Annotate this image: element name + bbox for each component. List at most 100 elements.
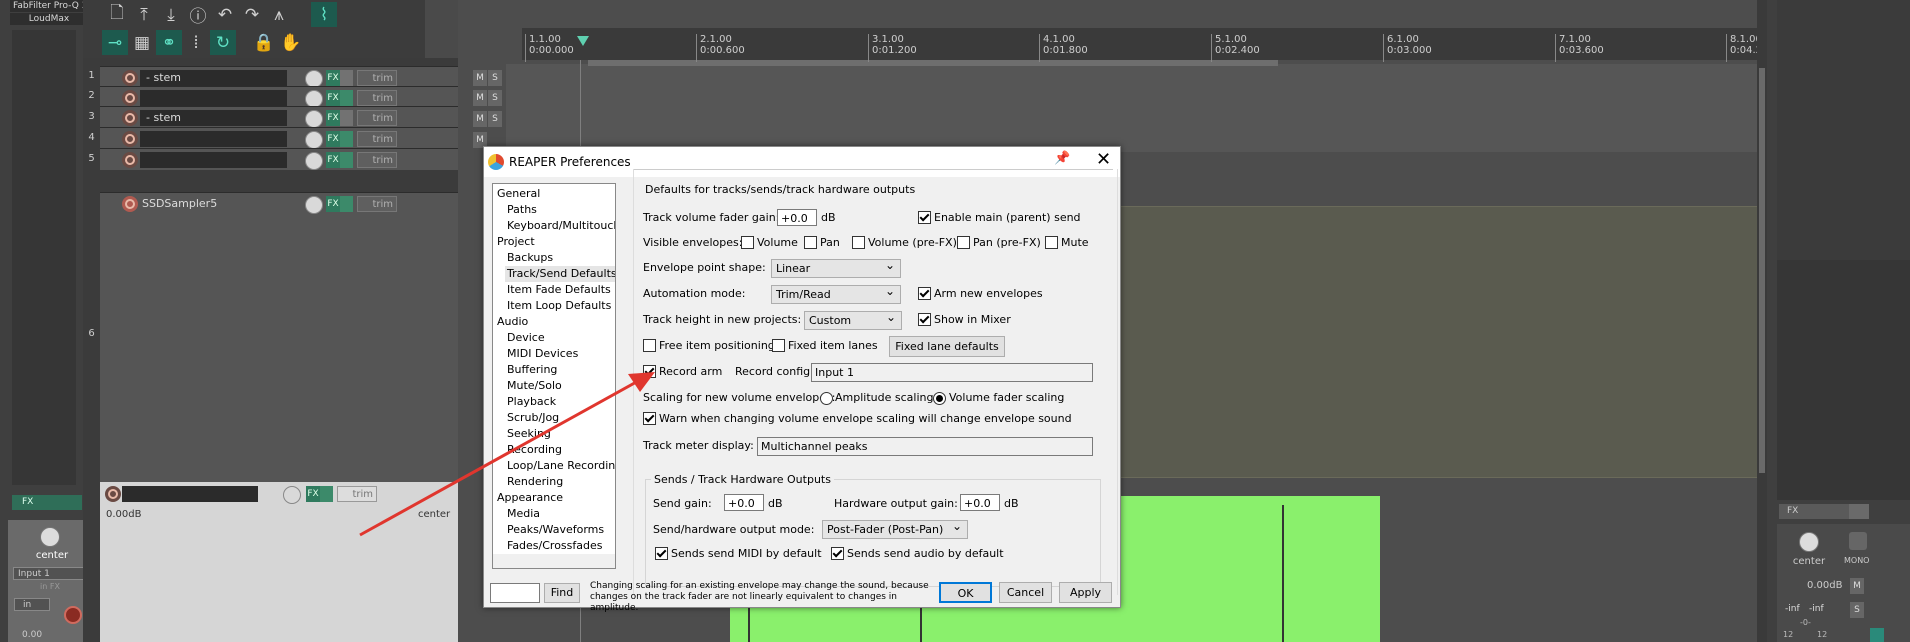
track-name[interactable]: - stem	[140, 110, 287, 126]
fader-scaling-radio[interactable]	[933, 392, 946, 405]
height-select[interactable]: Custom	[804, 309, 902, 330]
grid-icon[interactable]: ▦	[129, 30, 155, 55]
solo-button[interactable]: S	[488, 70, 502, 86]
record-arm-icon[interactable]	[122, 70, 138, 86]
automation-mode-button[interactable]: trim	[357, 70, 397, 86]
automation-mode-button[interactable]: trim	[357, 152, 397, 168]
mono-toggle[interactable]	[1849, 532, 1867, 550]
tree-item[interactable]: Backups	[507, 250, 553, 266]
fx-bypass-button[interactable]	[340, 196, 353, 212]
monitor-select[interactable]: in	[14, 598, 50, 611]
main-send-checkbox[interactable]	[918, 211, 931, 224]
fx-bypass-button[interactable]	[340, 70, 353, 86]
hw-gain-input[interactable]: +0.0	[960, 494, 1000, 511]
automation-mode-button[interactable]: trim	[357, 196, 397, 212]
solo-button[interactable]: S	[488, 111, 502, 127]
track-name[interactable]	[140, 90, 287, 106]
pan-knob[interactable]	[40, 527, 60, 547]
master-rec-icon[interactable]	[105, 486, 121, 502]
fx-slot-proq[interactable]: FabFilter Pro-Q 3	[10, 0, 91, 12]
volume-knob[interactable]	[305, 110, 323, 128]
record-arm-button[interactable]	[64, 606, 82, 624]
tree-item[interactable]: Item Fade Defaults	[507, 282, 611, 298]
volume-knob[interactable]	[305, 196, 323, 214]
find-button[interactable]: Find	[544, 583, 580, 603]
pin-icon[interactable]: 📌	[1054, 151, 1070, 166]
track-row[interactable]: - stem FX trim	[100, 106, 458, 128]
open-project-icon[interactable]: ⤒	[131, 2, 157, 27]
send-audio-checkbox[interactable]	[831, 547, 844, 560]
tree-item[interactable]: Keyboard/Multitouch	[507, 218, 615, 234]
fx-button[interactable]: FX	[326, 131, 340, 147]
tree-item[interactable]: Item Loop Defaults	[507, 298, 611, 314]
hand-icon[interactable]: ✋	[278, 30, 304, 55]
dialog-titlebar[interactable]: REAPER Preferences 📌 ✕	[484, 147, 1120, 177]
fx-button[interactable]: FX	[326, 90, 340, 106]
free-item-checkbox[interactable]	[643, 339, 656, 352]
save-project-icon[interactable]: ⤓	[158, 2, 184, 27]
lock-icon[interactable]: 🔒	[251, 30, 277, 55]
master-fx-bypass-button[interactable]	[320, 486, 333, 502]
routing-icon[interactable]	[1870, 628, 1884, 642]
grid-snap-icon[interactable]: ⊸	[102, 30, 128, 55]
ripple-edit-icon[interactable]: ⚭	[156, 30, 182, 55]
track-row[interactable]: FX trim	[100, 148, 458, 170]
master-volume-knob[interactable]	[283, 486, 301, 504]
item-grouping-icon[interactable]: ⦙	[183, 30, 209, 55]
fx-slot-loudmax[interactable]: LoudMax	[10, 13, 88, 25]
redo-icon[interactable]: ↷	[239, 2, 265, 27]
env-pan-checkbox[interactable]	[804, 236, 817, 249]
loop-icon[interactable]: ↻	[210, 30, 236, 55]
fx-bypass-button[interactable]	[340, 131, 353, 147]
track-name[interactable]: SSDSampler5	[140, 196, 287, 212]
volume-knob[interactable]	[305, 131, 323, 149]
envelope-icon[interactable]: ⌇	[311, 2, 337, 27]
env-volume-prefx-checkbox[interactable]	[852, 236, 865, 249]
track-row[interactable]: - stem FX trim	[100, 66, 458, 88]
automation-select[interactable]: Trim/Read	[771, 283, 901, 304]
show-mixer-checkbox[interactable]	[918, 313, 931, 326]
find-input[interactable]	[490, 583, 540, 603]
fx-bypass-button[interactable]	[52, 495, 82, 510]
timeline-ruler[interactable]: 1.1.00 0:00.000 2.1.00 0:00.600 3.1.00 0:01…	[522, 28, 1762, 62]
fx-button[interactable]: FX	[326, 152, 340, 168]
track-name[interactable]	[140, 152, 287, 168]
master-mute-button[interactable]: M	[1850, 578, 1864, 594]
master-fx-button[interactable]: FX	[1779, 504, 1849, 519]
tree-item[interactable]: General	[497, 186, 540, 202]
master-fx-button[interactable]: FX	[306, 486, 320, 502]
mute-button[interactable]: M	[473, 90, 487, 106]
record-config-field[interactable]: Input 1	[811, 363, 1093, 382]
record-arm-icon[interactable]	[122, 131, 138, 147]
env-shape-select[interactable]: Linear	[771, 257, 901, 278]
close-icon[interactable]: ✕	[1096, 149, 1111, 170]
send-mode-select[interactable]: Post-Fader (Post-Pan)	[822, 518, 968, 539]
arm-env-checkbox[interactable]	[918, 287, 931, 300]
automation-mode-button[interactable]: trim	[357, 110, 397, 126]
track-name[interactable]	[140, 131, 287, 147]
master-name-field[interactable]	[122, 486, 258, 502]
record-arm-icon[interactable]	[122, 152, 138, 168]
fixed-lanes-checkbox[interactable]	[772, 339, 785, 352]
tree-hscroll[interactable]	[493, 554, 615, 568]
solo-button[interactable]: S	[488, 90, 502, 106]
metronome-icon[interactable]: ⩚	[266, 2, 292, 27]
fx-button[interactable]: FX	[12, 495, 52, 510]
volume-knob[interactable]	[305, 152, 323, 170]
vertical-scrollbar[interactable]	[1759, 68, 1765, 473]
env-pan-prefx-checkbox[interactable]	[957, 236, 970, 249]
amp-scaling-radio[interactable]	[820, 392, 833, 405]
track-name[interactable]: - stem	[140, 70, 287, 86]
automation-mode-button[interactable]: trim	[357, 131, 397, 147]
automation-mode-button[interactable]: trim	[357, 90, 397, 106]
track-row[interactable]: FX trim	[100, 86, 458, 108]
record-arm-icon[interactable]	[122, 196, 138, 212]
tree-item-selected[interactable]: Track/Send Defaults	[505, 266, 615, 282]
mute-button[interactable]: M	[473, 70, 487, 86]
cancel-button[interactable]: Cancel	[999, 582, 1052, 603]
fx-button[interactable]: FX	[326, 70, 340, 86]
apply-button[interactable]: Apply	[1059, 582, 1112, 603]
new-project-icon[interactable]: 🗋	[104, 2, 130, 27]
fx-button[interactable]: FX	[326, 196, 340, 212]
tree-item[interactable]: Audio	[497, 314, 528, 330]
